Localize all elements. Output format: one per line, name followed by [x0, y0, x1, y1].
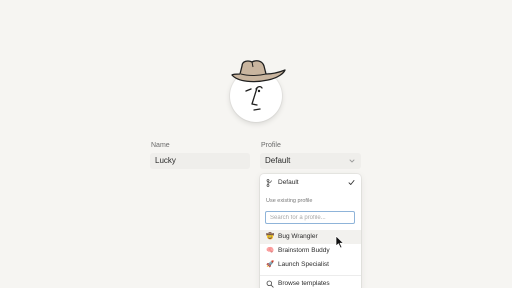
avatar[interactable]: [226, 58, 288, 130]
menu-divider: [260, 275, 361, 276]
menu-item-label: Bug Wrangler: [278, 233, 318, 240]
smiley-cowboy-icon: 🤠: [266, 233, 275, 240]
profile-select-value: Default: [265, 156, 291, 165]
name-label: Name: [151, 142, 170, 149]
menu-item-label: Brainstorm Buddy: [278, 247, 330, 254]
rocket-icon: 🚀: [266, 261, 275, 268]
brain-icon: 🧠: [266, 247, 275, 254]
profile-dropdown-menu: Default Use existing profile 🤠 Bug Wrang…: [260, 174, 361, 288]
checkmark-icon: [348, 180, 355, 185]
menu-item-launch-specialist[interactable]: 🚀 Launch Specialist: [260, 258, 361, 272]
menu-item-label: Default: [278, 179, 299, 186]
profile-search-input[interactable]: [265, 211, 355, 224]
profile-select[interactable]: Default: [260, 153, 361, 169]
search-icon: [266, 280, 274, 288]
name-input[interactable]: [150, 153, 250, 169]
menu-item-brainstorm-buddy[interactable]: 🧠 Brainstorm Buddy: [260, 244, 361, 258]
mouse-pointer-icon: [335, 235, 344, 249]
menu-item-label: Launch Specialist: [278, 261, 329, 268]
menu-item-label: Browse templates: [278, 280, 330, 287]
cowboy-face-icon: [231, 60, 286, 111]
profile-editor: Name Profile Default Default Use existin…: [0, 0, 512, 288]
branch-icon: [266, 179, 272, 187]
profile-label: Profile: [261, 142, 281, 149]
menu-item-browse-templates[interactable]: Browse templates: [260, 277, 361, 288]
menu-item-bug-wrangler[interactable]: 🤠 Bug Wrangler: [260, 230, 361, 244]
menu-item-default[interactable]: Default: [260, 176, 361, 190]
section-label-existing-profiles: Use existing profile: [266, 198, 313, 204]
chevron-down-icon: [349, 159, 355, 163]
